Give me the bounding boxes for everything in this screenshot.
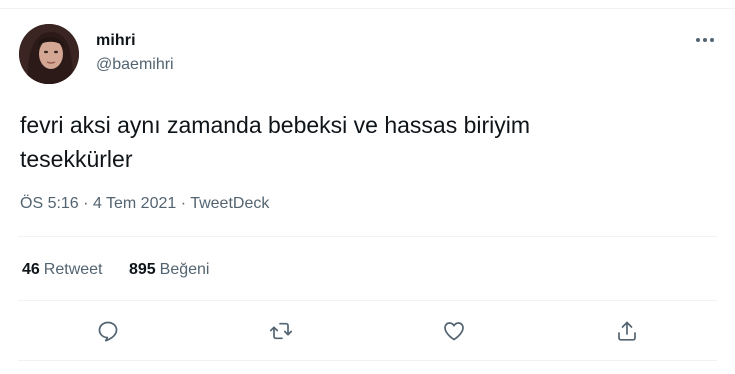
tweet-text-line: tesekkürler — [20, 146, 133, 172]
likes-label: Beğeni — [159, 261, 210, 278]
like-button[interactable] — [439, 316, 469, 346]
reply-button[interactable] — [93, 316, 123, 346]
reply-icon — [98, 321, 118, 342]
share-button[interactable] — [612, 316, 642, 346]
user-handle[interactable]: @baemihri — [96, 56, 174, 74]
retweets-count: 46 — [22, 261, 40, 278]
tweet-text: fevri aksi aynı zamanda bebeksi ve hassa… — [20, 108, 710, 176]
like-icon — [444, 322, 464, 341]
tweet-text-line: fevri aksi aynı zamanda bebeksi ve hassa… — [20, 112, 531, 138]
meta-separator: · — [83, 195, 89, 212]
tweet-date[interactable]: 4 Tem 2021 — [93, 195, 176, 212]
tweet-time[interactable]: ÖS 5:16 — [20, 195, 79, 212]
tweet-stats: 46 Retweet 895 Beğeni — [22, 261, 231, 279]
tweet-card: mihri @baemihri fevri aksi aynı zamanda … — [0, 0, 735, 374]
action-bar — [0, 316, 735, 346]
retweet-icon — [269, 322, 293, 340]
more-options-button[interactable] — [692, 30, 718, 50]
tweet-meta: ÖS 5:16 · 4 Tem 2021 · TweetDeck — [20, 195, 269, 213]
tweet-source[interactable]: TweetDeck — [190, 195, 269, 212]
more-icon — [696, 38, 714, 42]
divider — [18, 300, 717, 301]
share-icon — [618, 321, 636, 341]
meta-separator: · — [180, 195, 187, 212]
display-name[interactable]: mihri — [96, 32, 136, 50]
top-divider — [0, 8, 735, 9]
likes-stat[interactable]: 895 Beğeni — [129, 261, 210, 279]
avatar-image — [19, 24, 79, 84]
avatar[interactable] — [19, 24, 79, 84]
retweet-button[interactable] — [266, 316, 296, 346]
retweets-label: Retweet — [43, 261, 103, 278]
divider — [18, 360, 717, 361]
retweets-stat[interactable]: 46 Retweet — [22, 261, 103, 279]
likes-count: 895 — [128, 261, 156, 278]
divider — [18, 236, 717, 237]
